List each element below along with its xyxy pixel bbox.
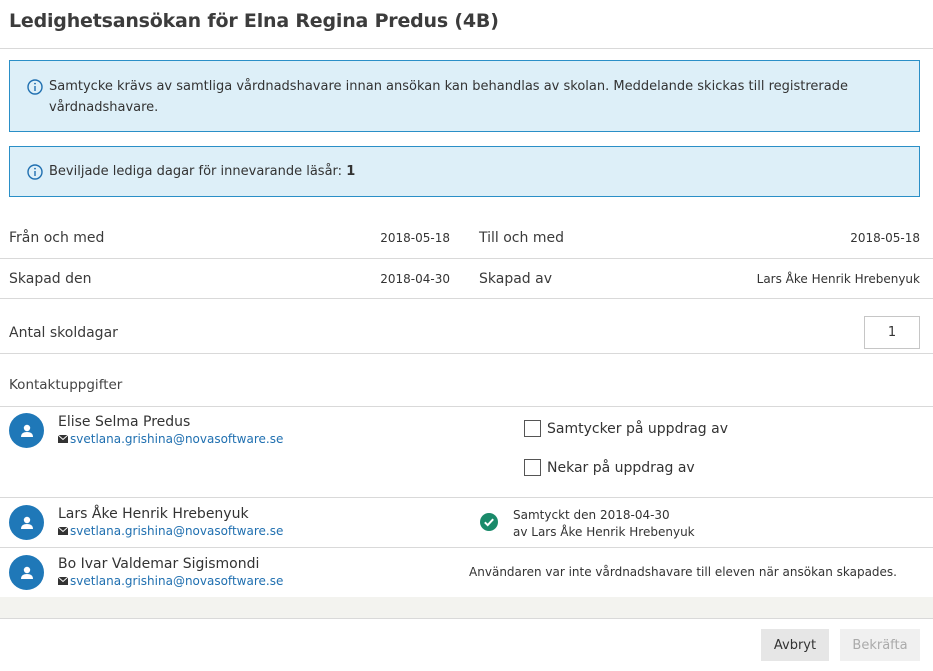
divider xyxy=(0,497,933,498)
to-value: 2018-05-18 xyxy=(850,231,920,245)
not-guardian-note: Användaren var inte vårdnadshavare till … xyxy=(469,565,897,579)
created-value: 2018-04-30 xyxy=(380,272,450,286)
contact-email: svetlana.grishina@novasoftware.se xyxy=(70,524,284,538)
person-icon xyxy=(20,516,33,529)
schooldays-label: Antal skoldagar xyxy=(9,325,118,341)
contact-name: Elise Selma Predus xyxy=(58,414,191,430)
consent-notice: Samtycke krävs av samtliga vårdnadshavar… xyxy=(9,60,920,132)
deny-checkbox-label: Nekar på uppdrag av xyxy=(547,459,695,476)
person-icon xyxy=(20,566,33,579)
page-title: Ledighetsansökan för Elna Regina Predus … xyxy=(9,10,499,32)
contact-name: Lars Åke Henrik Hrebenyuk xyxy=(58,506,249,522)
consent-status-date: Samtyckt den 2018-04-30 xyxy=(513,508,670,522)
info-icon xyxy=(27,79,43,95)
deny-checkbox[interactable]: Nekar på uppdrag av xyxy=(524,459,695,476)
consent-status-by: av Lars Åke Henrik Hrebenyuk xyxy=(513,525,695,539)
created-by-value: Lars Åke Henrik Hrebenyuk xyxy=(756,272,920,286)
envelope-icon xyxy=(58,527,68,535)
consent-checkbox-label: Samtycker på uppdrag av xyxy=(547,420,728,437)
to-label: Till och med xyxy=(479,230,564,246)
info-icon xyxy=(27,164,43,180)
contact-email: svetlana.grishina@novasoftware.se xyxy=(70,574,284,588)
consent-notice-text: Samtycke krävs av samtliga vårdnadshavar… xyxy=(49,79,848,115)
consent-status: Samtyckt den 2018-04-30 av Lars Åke Henr… xyxy=(513,507,695,541)
granted-days-value: 1 xyxy=(346,164,356,179)
envelope-icon xyxy=(58,577,68,585)
checkbox-box[interactable] xyxy=(524,459,541,476)
divider xyxy=(0,353,933,354)
cancel-button[interactable]: Avbryt xyxy=(761,629,829,661)
avatar xyxy=(9,505,44,540)
granted-days-label: Beviljade lediga dagar för innevarande l… xyxy=(49,164,343,179)
from-label: Från och med xyxy=(9,230,105,246)
from-value: 2018-05-18 xyxy=(380,231,450,245)
contacts-footer-band xyxy=(0,597,933,618)
avatar xyxy=(9,413,44,448)
contact-email: svetlana.grishina@novasoftware.se xyxy=(70,432,284,446)
consent-checkbox[interactable]: Samtycker på uppdrag av xyxy=(524,420,728,437)
check-circle-icon xyxy=(480,513,498,531)
envelope-icon xyxy=(58,435,68,443)
avatar xyxy=(9,555,44,590)
contact-email-link[interactable]: svetlana.grishina@novasoftware.se xyxy=(58,432,283,446)
footer-divider xyxy=(0,618,933,619)
contact-email-link[interactable]: svetlana.grishina@novasoftware.se xyxy=(58,524,283,538)
created-label: Skapad den xyxy=(9,271,92,287)
contact-name: Bo Ivar Valdemar Sigismondi xyxy=(58,556,260,572)
divider xyxy=(0,406,933,407)
divider xyxy=(0,298,933,299)
title-divider xyxy=(0,48,933,49)
contact-email-link[interactable]: svetlana.grishina@novasoftware.se xyxy=(58,574,283,588)
granted-days-notice: Beviljade lediga dagar för innevarande l… xyxy=(9,146,920,197)
divider xyxy=(0,547,933,548)
schooldays-input[interactable]: 1 xyxy=(864,316,920,349)
checkbox-box[interactable] xyxy=(524,420,541,437)
contacts-section-title: Kontaktuppgifter xyxy=(9,377,123,393)
person-icon xyxy=(20,424,33,437)
created-by-label: Skapad av xyxy=(479,271,552,287)
divider xyxy=(0,258,933,259)
confirm-button[interactable]: Bekräfta xyxy=(840,629,920,661)
